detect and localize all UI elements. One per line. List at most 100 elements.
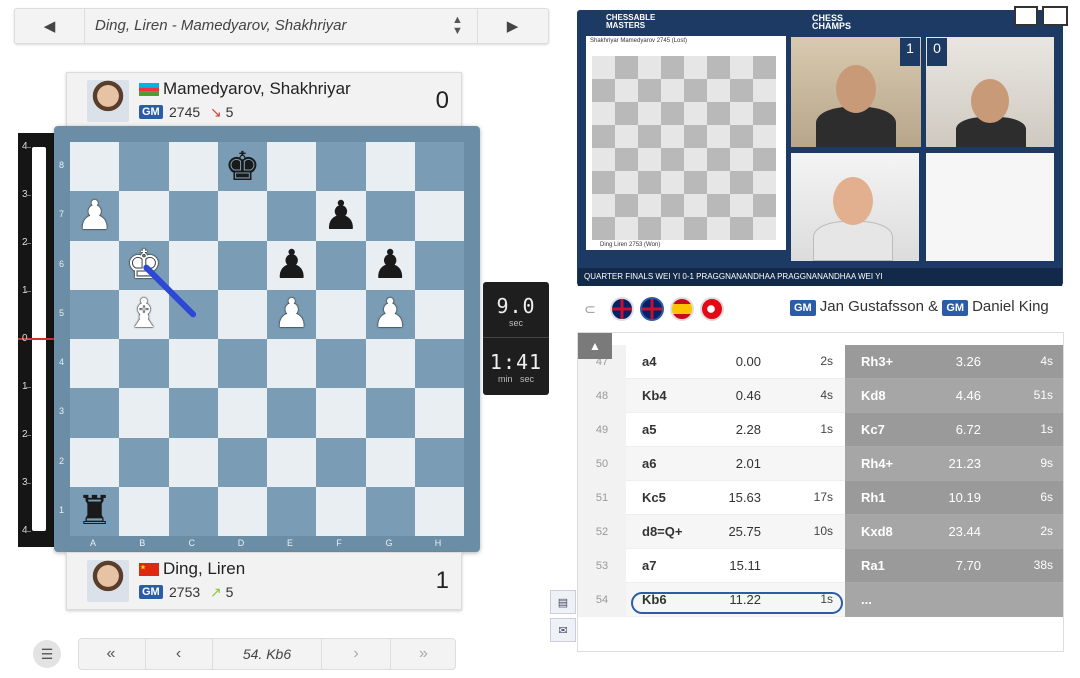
mini-board-square xyxy=(661,148,684,171)
chat-view-button[interactable]: ✉ xyxy=(550,618,576,642)
mini-board-square xyxy=(592,148,615,171)
trend-up-icon: ↗ xyxy=(210,584,222,600)
next-game-button[interactable]: ▶ xyxy=(477,9,547,43)
evaluation-bar: 432101234 xyxy=(18,133,58,547)
scroll-up-button[interactable]: ▲ xyxy=(578,333,612,359)
file-label: C xyxy=(188,538,196,548)
uk-flag-icon[interactable] xyxy=(610,297,634,321)
move-row[interactable]: 51 Kc5 15.63 17s Rh1 10.19 6s xyxy=(578,481,1063,515)
white-move-time: 4s xyxy=(820,388,833,402)
turkey-flag-icon[interactable] xyxy=(700,297,724,321)
move-row[interactable]: 48 Kb4 0.46 4s Kd8 4.46 51s xyxy=(578,379,1063,413)
black-move-cell[interactable]: Rh3+ 3.26 4s xyxy=(845,345,1063,379)
black-move-cell[interactable]: ... xyxy=(845,583,1063,617)
evaluation-tick xyxy=(26,531,31,532)
white-move-eval: 2.01 xyxy=(735,456,761,471)
black-move-time: 6s xyxy=(1040,490,1053,504)
last-move-arrow-line xyxy=(143,264,197,318)
move-clock: 9.0 sec 1:41 min sec xyxy=(483,282,549,395)
black-move: Kxd8 xyxy=(861,524,893,539)
move-row[interactable]: 49 a5 2.28 1s Kc7 6.72 1s xyxy=(578,413,1063,447)
total-time: 1:41 xyxy=(489,350,543,374)
white-move-eval: 2.28 xyxy=(735,422,761,437)
commentator-1: Jan Gustafsson xyxy=(819,298,924,315)
stream-score-right: 0 xyxy=(927,38,947,66)
white-move-eval: 0.46 xyxy=(735,388,761,403)
mini-board-square xyxy=(661,194,684,217)
mini-board-square xyxy=(661,217,684,240)
stream-small-board xyxy=(926,153,1054,261)
previous-game-button[interactable]: ◀ xyxy=(15,9,85,43)
top-player-score: 0 xyxy=(435,87,449,114)
double-chevron-right-icon: » xyxy=(419,645,428,662)
move-row[interactable]: 53 a7 15.11 Ra1 7.70 38s xyxy=(578,549,1063,583)
black-move-cell[interactable]: Rh1 10.19 6s xyxy=(845,481,1063,515)
cast-icon[interactable]: ⊂ xyxy=(578,297,602,321)
mini-board-square xyxy=(753,125,776,148)
game-selector[interactable]: ◀ Ding, Liren - Mamedyarov, Shakhriyar ▲… xyxy=(14,8,549,44)
white-move-cell[interactable]: a7 15.11 xyxy=(626,549,845,583)
black-move: Rh1 xyxy=(861,490,886,505)
mini-board-square xyxy=(753,194,776,217)
expand-video-icon[interactable] xyxy=(1014,6,1038,26)
black-move-cell[interactable]: Kc7 6.72 1s xyxy=(845,413,1063,447)
menu-button[interactable]: ☰ xyxy=(33,640,61,668)
black-move-cell[interactable]: Rh4+ 21.23 9s xyxy=(845,447,1063,481)
top-player-card: Mamedyarov, Shakhriyar GM 2745 ↘ 5 0 xyxy=(66,72,462,130)
black-move-eval: 7.70 xyxy=(955,558,981,573)
current-move-label: 54. Kb6 xyxy=(212,639,322,669)
black-move-time: 2s xyxy=(1040,524,1053,538)
black-move-eval: 6.72 xyxy=(955,422,981,437)
current-move-highlight xyxy=(631,592,843,614)
mini-board-square xyxy=(615,125,638,148)
mini-board-square xyxy=(730,171,753,194)
move-row[interactable]: 47 a4 0.00 2s Rh3+ 3.26 4s xyxy=(578,345,1063,379)
mini-board-square xyxy=(638,56,661,79)
white-move-cell[interactable]: Kc5 15.63 17s xyxy=(626,481,845,515)
arrow-left-icon: ◀ xyxy=(43,18,56,35)
mini-board-square xyxy=(684,79,707,102)
mini-board-square xyxy=(615,102,638,125)
white-move-cell[interactable]: d8=Q+ 25.75 10s xyxy=(626,515,845,549)
next-move-button[interactable]: › xyxy=(323,639,389,669)
mini-board-square xyxy=(707,217,730,240)
spain-flag-icon[interactable] xyxy=(670,297,694,321)
mini-board-square xyxy=(753,148,776,171)
stream-bottom-player: Ding Liren 2753 (Won) xyxy=(600,242,661,248)
white-move: a5 xyxy=(642,422,657,437)
notation-view-button[interactable]: ▤ xyxy=(550,590,576,614)
white-move-cell[interactable]: Kb4 0.46 4s xyxy=(626,379,845,413)
white-move-eval: 0.00 xyxy=(735,354,761,369)
up-down-arrows-icon[interactable]: ▲ ▼ xyxy=(452,15,463,37)
white-move-cell[interactable]: a4 0.00 2s xyxy=(626,345,845,379)
move-row[interactable]: 52 d8=Q+ 25.75 10s Kxd8 23.44 2s xyxy=(578,515,1063,549)
move-row[interactable]: 50 a6 2.01 Rh4+ 21.23 9s xyxy=(578,447,1063,481)
evaluation-tick xyxy=(26,339,31,340)
fullscreen-icon[interactable] xyxy=(1042,6,1068,26)
top-player-name: Mamedyarov, Shakhriyar xyxy=(163,79,351,98)
chess-board[interactable]: ♚ ♟ ♟ ♚ ♟ ♟ ♝ ♟ ♟ ♜ xyxy=(70,142,464,536)
mini-board-square xyxy=(684,148,707,171)
mini-board-square xyxy=(707,171,730,194)
first-move-button[interactable]: « xyxy=(79,639,143,669)
mini-board-square xyxy=(753,171,776,194)
black-move-cell[interactable]: Kd8 4.46 51s xyxy=(845,379,1063,413)
rank-label: 8 xyxy=(59,160,65,170)
white-move: d8=Q+ xyxy=(642,524,683,539)
black-move-cell[interactable]: Ra1 7.70 38s xyxy=(845,549,1063,583)
mini-board-square xyxy=(615,171,638,194)
white-move-time: 2s xyxy=(820,354,833,368)
black-move-cell[interactable]: Kxd8 23.44 2s xyxy=(845,515,1063,549)
white-move-cell[interactable]: a6 2.01 xyxy=(626,447,845,481)
rank-label: 1 xyxy=(59,504,65,515)
previous-move-button[interactable]: ‹ xyxy=(145,639,211,669)
uk-flag-selected-icon[interactable] xyxy=(640,297,664,321)
black-move: Kd8 xyxy=(861,388,886,403)
last-move-button[interactable]: » xyxy=(390,639,456,669)
white-move-cell[interactable]: a5 2.28 1s xyxy=(626,413,845,447)
white-move-time: 10s xyxy=(813,524,833,538)
mini-board-square xyxy=(615,194,638,217)
camera-commentator xyxy=(791,153,919,261)
bottom-player-title: GM xyxy=(139,585,163,599)
mini-board-square xyxy=(707,102,730,125)
